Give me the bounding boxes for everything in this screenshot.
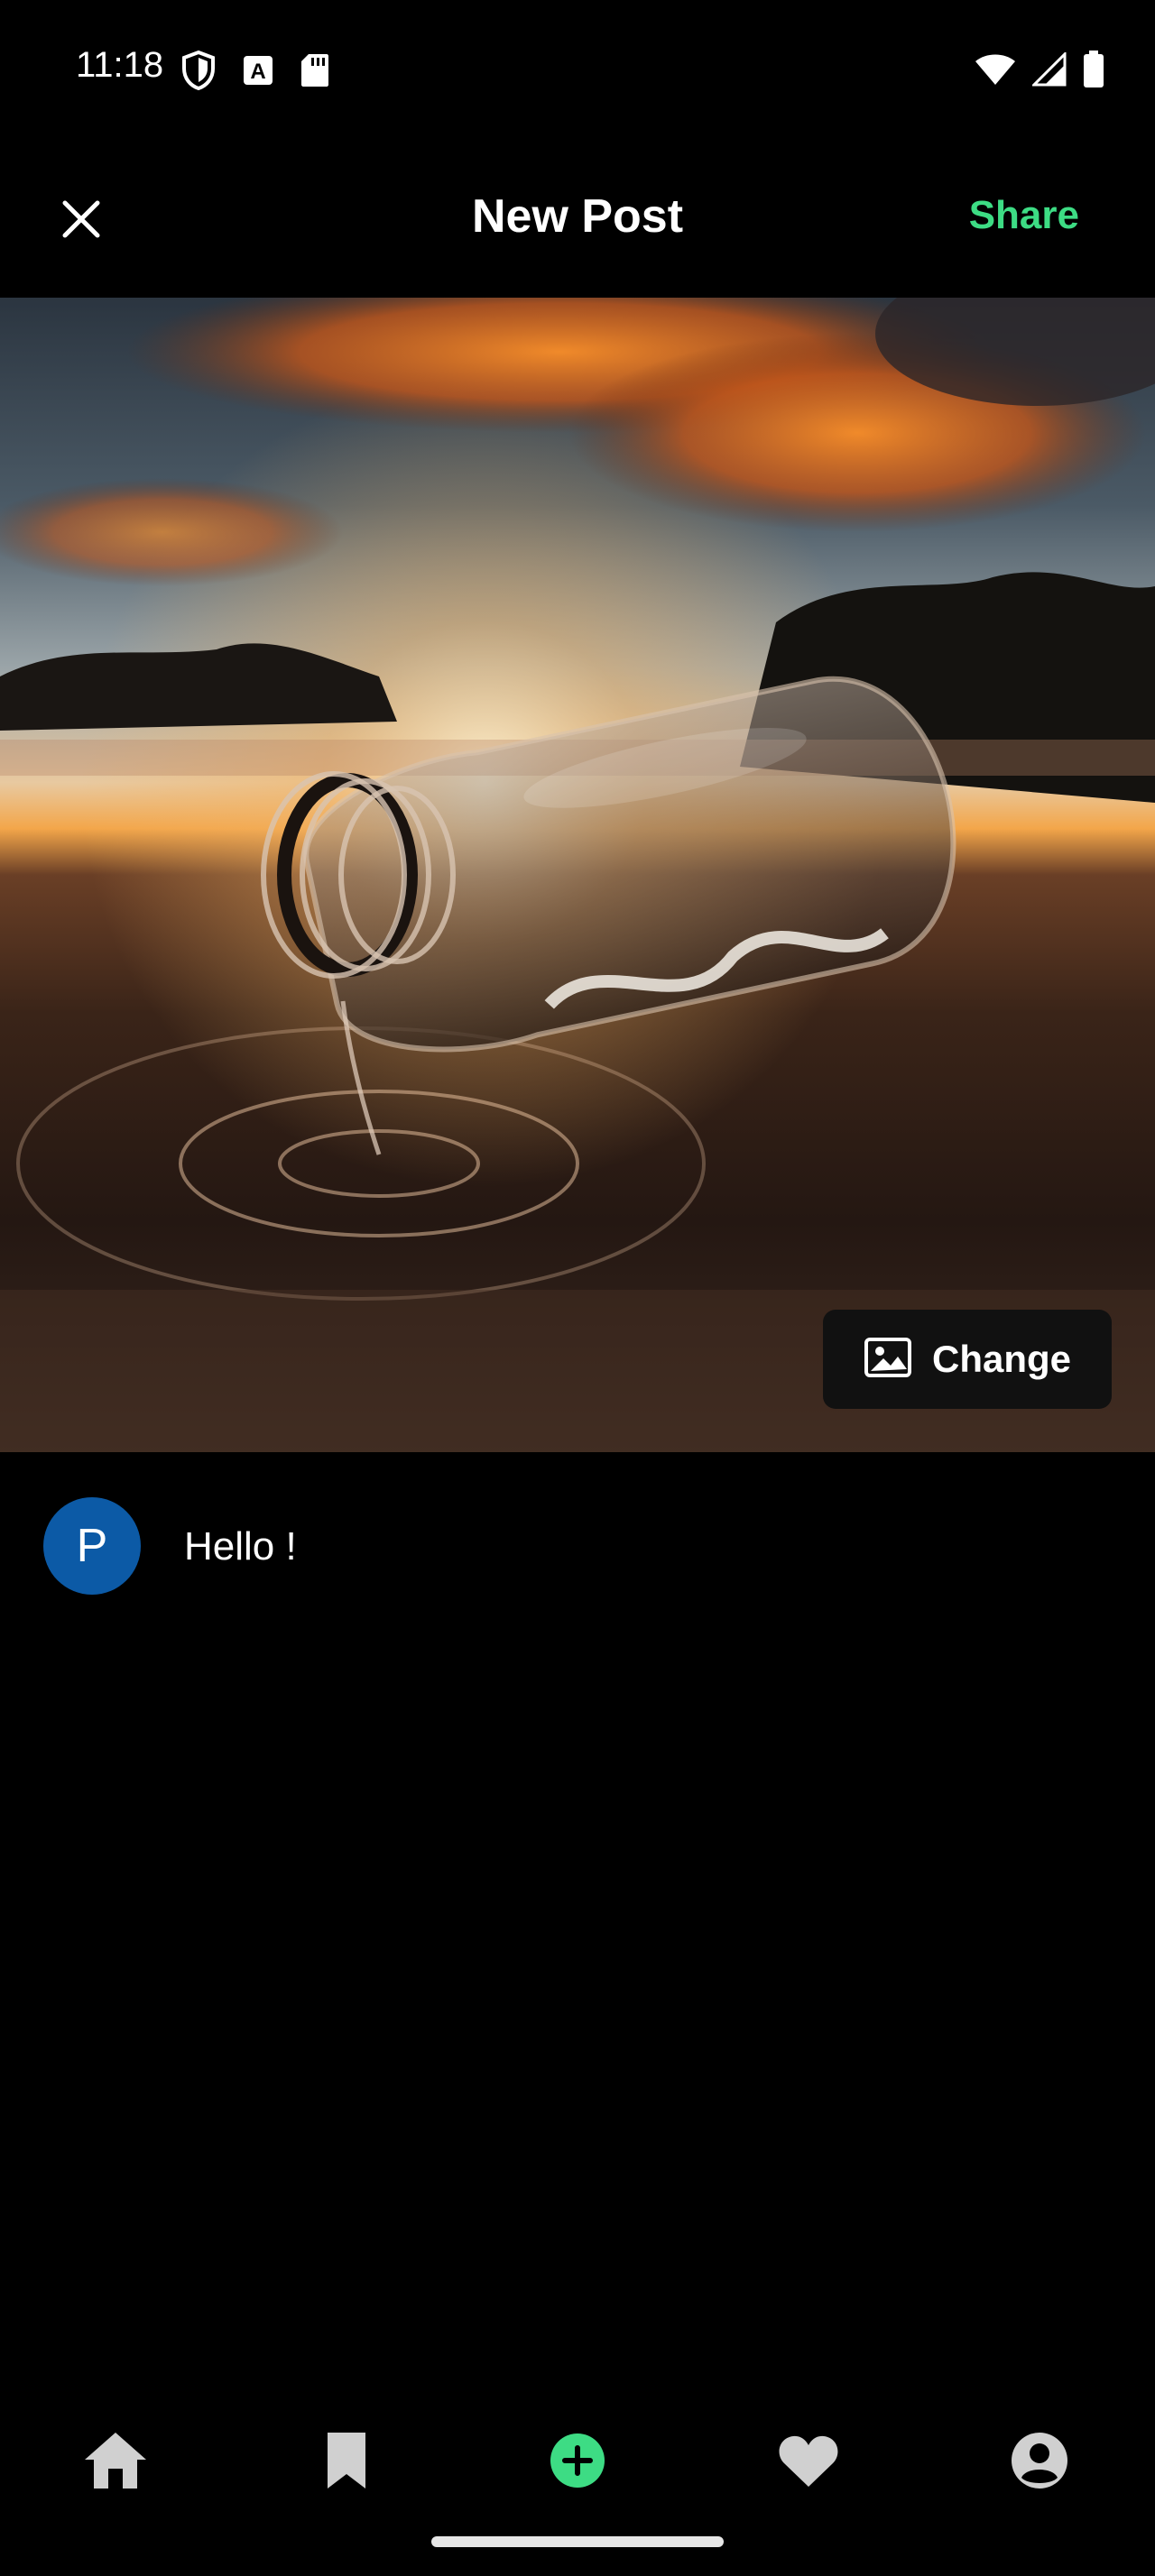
nav-likes[interactable]	[763, 2417, 854, 2507]
nav-saved[interactable]	[301, 2417, 392, 2507]
battery-icon	[1083, 51, 1104, 93]
caption-input[interactable]: Hello !	[184, 1524, 297, 1569]
keyboard-a-icon: A	[242, 54, 274, 91]
profile-icon	[1010, 2431, 1069, 2495]
nav-add-post[interactable]	[532, 2417, 623, 2507]
home-icon	[81, 2429, 150, 2497]
bookmark-icon	[324, 2429, 369, 2497]
status-bar: 11:18 A	[0, 0, 1155, 135]
change-photo-button[interactable]: Change	[823, 1310, 1112, 1409]
post-photo	[0, 298, 1155, 1452]
shield-icon	[180, 50, 217, 95]
wifi-icon	[975, 52, 1016, 91]
app-bar: New Post Share	[0, 135, 1155, 298]
image-icon	[864, 1337, 912, 1383]
caption-composer: P Hello !	[0, 1452, 1155, 1633]
status-time: 11:18	[76, 45, 164, 85]
bottom-nav	[0, 2390, 1155, 2516]
nav-home[interactable]	[70, 2417, 161, 2507]
change-label: Change	[931, 1338, 1071, 1380]
add-post-icon	[549, 2432, 606, 2494]
close-button[interactable]	[45, 185, 117, 257]
sd-card-icon	[300, 52, 330, 93]
close-icon	[60, 198, 103, 245]
status-icons-right	[975, 51, 1104, 93]
svg-text:A: A	[250, 60, 265, 84]
status-icons-left: A	[180, 50, 330, 95]
avatar: P	[43, 1497, 141, 1595]
share-button[interactable]: Share	[969, 193, 1079, 238]
heart-icon	[777, 2433, 840, 2493]
nav-profile[interactable]	[994, 2417, 1085, 2507]
signal-icon	[1030, 51, 1067, 91]
home-indicator	[431, 2536, 724, 2547]
